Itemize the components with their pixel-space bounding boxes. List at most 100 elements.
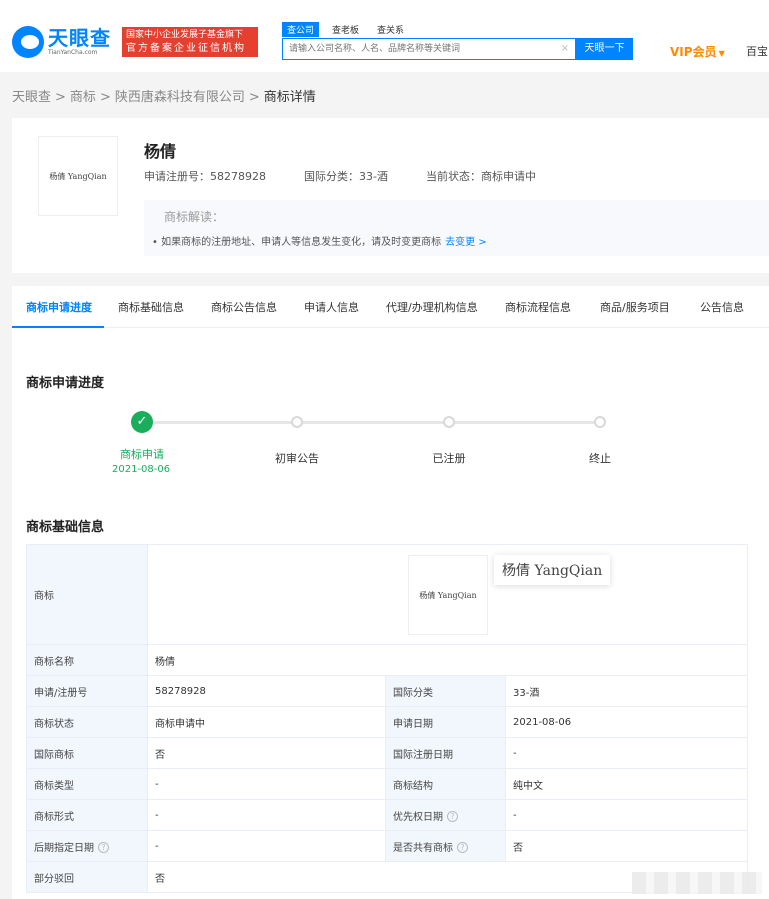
structure-label: 商标结构 <box>385 768 506 800</box>
step-dot-icon <box>443 416 455 428</box>
shared-value: 否 <box>505 830 748 862</box>
logo-eye-icon <box>12 26 44 58</box>
breadcrumb-home[interactable]: 天眼查 <box>12 90 51 105</box>
table-row: 商标状态 商标申请中 申请日期 2021-08-06 <box>26 706 748 738</box>
trademark-title: 杨倩 <box>144 142 177 161</box>
tab-progress[interactable]: 商标申请进度 <box>26 299 92 315</box>
logo[interactable]: 天眼查 TianYanCha.com <box>12 26 111 58</box>
shared-label: 是否共有商标 <box>393 842 453 854</box>
top-header: 天眼查 TianYanCha.com 国家中小企业发展子基金旗下 官方备案企业征… <box>0 0 769 72</box>
step-date-apply: 2021-08-06 <box>112 464 171 475</box>
partial-reject-label: 部分驳回 <box>26 861 148 893</box>
tab-agency-info[interactable]: 代理/办理机构信息 <box>386 299 478 315</box>
badge-line-2: 官方备案企业征信机构 <box>126 43 246 54</box>
form-label: 商标形式 <box>26 799 148 831</box>
status-label: 商标状态 <box>26 706 148 738</box>
tab-process-info[interactable]: 商标流程信息 <box>505 299 571 315</box>
help-icon[interactable]: ? <box>98 842 109 853</box>
certification-badge: 国家中小企业发展子基金旗下 官方备案企业征信机构 <box>122 27 258 57</box>
class-label: 国际分类 <box>385 675 506 707</box>
trademark-meta: 申请注册号：58278928 国际分类：33-酒 当前状态：商标申请中 <box>144 168 574 184</box>
regno-label: 申请/注册号 <box>26 675 148 707</box>
regno-value: 58278928 <box>147 675 386 707</box>
detail-tabs: 商标申请进度 商标基础信息 商标公告信息 申请人信息 代理/办理机构信息 商标流… <box>12 286 769 328</box>
help-icon[interactable]: ? <box>447 811 458 822</box>
table-row: 商标形式 - 优先权日期? - <box>26 799 748 831</box>
breadcrumb-company[interactable]: 陕西唐森科技有限公司 <box>115 90 245 105</box>
clear-icon[interactable]: × <box>561 43 569 54</box>
table-row: 商标名称 杨倩 <box>26 644 748 676</box>
search-button[interactable]: 天眼一下 <box>576 38 633 60</box>
progress-section-title: 商标申请进度 <box>26 376 105 391</box>
tab-basic-info[interactable]: 商标基础信息 <box>118 299 184 315</box>
step-label-terminated: 终止 <box>589 452 611 465</box>
form-value: - <box>147 799 386 831</box>
logo-name: 天眼查 <box>48 26 111 50</box>
step-dot-icon <box>291 416 303 428</box>
trademark-preview-tooltip: 杨倩 YangQian <box>494 555 611 585</box>
structure-value: 纯中文 <box>505 768 748 800</box>
active-tab-indicator <box>12 326 104 328</box>
check-icon: ✓ <box>131 411 153 433</box>
table-row: 商标 <box>26 544 748 645</box>
breadcrumb-separator: > <box>55 90 66 105</box>
help-icon[interactable]: ? <box>457 842 468 853</box>
search-input[interactable] <box>283 39 553 59</box>
intl-label: 国际商标 <box>26 737 148 769</box>
watermark <box>632 872 762 894</box>
breadcrumb: 天眼查 > 商标 > 陕西唐森科技有限公司 > 商标详情 <box>12 86 316 105</box>
breadcrumb-trademark[interactable]: 商标 <box>70 90 96 105</box>
name-label: 商标名称 <box>26 644 148 676</box>
basic-info-table: 商标 商标名称 杨倩 申请/注册号 58278928 国际分类 33-酒 商标状… <box>26 544 748 893</box>
priority-value: - <box>505 799 748 831</box>
baibao-menu[interactable]: 百宝 <box>746 43 768 59</box>
table-row: 国际商标 否 国际注册日期 - <box>26 737 748 769</box>
trademark-thumbnail[interactable]: 杨倩 YangQian <box>38 136 118 216</box>
search-box: × <box>282 38 576 60</box>
tab-announcement-info[interactable]: 商标公告信息 <box>211 299 277 315</box>
table-row: 申请/注册号 58278928 国际分类 33-酒 <box>26 675 748 707</box>
trademark-label: 商标 <box>26 544 148 645</box>
status-value: 商标申请中 <box>147 706 386 738</box>
international-class: 国际分类：33-酒 <box>304 170 388 183</box>
vip-menu[interactable]: VIP会员 ▼ <box>670 43 725 60</box>
step-label-registered: 已注册 <box>432 452 466 465</box>
search-tab-relation[interactable]: 查关系 <box>372 22 409 37</box>
type-label: 商标类型 <box>26 768 148 800</box>
table-row: 后期指定日期? - 是否共有商标? 否 <box>26 830 748 862</box>
tab-notices[interactable]: 公告信息 <box>700 299 744 315</box>
type-value: - <box>147 768 386 800</box>
vip-label: VIP会员 <box>670 45 717 59</box>
trademark-notice: 商标解读： • 如果商标的注册地址、申请人等信息发生变化，请及时变更商标 去变更 … <box>144 200 769 256</box>
search-type-tabs: 查公司 查老板 查关系 <box>282 22 409 37</box>
trademark-detail-card: 商标申请进度 商标基础信息 商标公告信息 申请人信息 代理/办理机构信息 商标流… <box>12 286 769 899</box>
later-date-label: 后期指定日期 <box>34 842 94 854</box>
step-dot-icon <box>594 416 606 428</box>
search-tab-boss[interactable]: 查老板 <box>327 22 364 37</box>
badge-line-1: 国家中小企业发展子基金旗下 <box>126 30 244 40</box>
breadcrumb-separator: > <box>99 90 111 105</box>
breadcrumb-separator: > <box>248 90 260 105</box>
notice-text: • 如果商标的注册地址、申请人等信息发生变化，请及时变更商标 <box>152 237 442 248</box>
notice-title: 商标解读： <box>164 210 225 224</box>
intl-date-value: - <box>505 737 748 769</box>
registration-number: 申请注册号：58278928 <box>144 170 266 183</box>
tab-goods-services[interactable]: 商品/服务项目 <box>600 299 670 315</box>
intl-value: 否 <box>147 737 386 769</box>
table-row: 商标类型 - 商标结构 纯中文 <box>26 768 748 800</box>
change-link[interactable]: 去变更 > <box>445 237 487 248</box>
breadcrumb-current: 商标详情 <box>263 90 316 105</box>
search-tab-company[interactable]: 查公司 <box>282 22 320 37</box>
later-date-value: - <box>147 830 386 862</box>
progress-track <box>153 421 604 424</box>
logo-domain: TianYanCha.com <box>48 49 98 56</box>
date-label: 申请日期 <box>385 706 506 738</box>
trademark-image[interactable]: 杨倩 YangQian <box>408 555 488 635</box>
basic-section-title: 商标基础信息 <box>26 520 105 535</box>
chevron-down-icon: ▼ <box>718 49 725 58</box>
intl-date-label: 国际注册日期 <box>385 737 506 769</box>
date-value: 2021-08-06 <box>505 706 748 738</box>
priority-label: 优先权日期 <box>393 811 443 823</box>
step-label-preliminary: 初审公告 <box>275 452 319 465</box>
tab-applicant-info[interactable]: 申请人信息 <box>304 299 359 315</box>
